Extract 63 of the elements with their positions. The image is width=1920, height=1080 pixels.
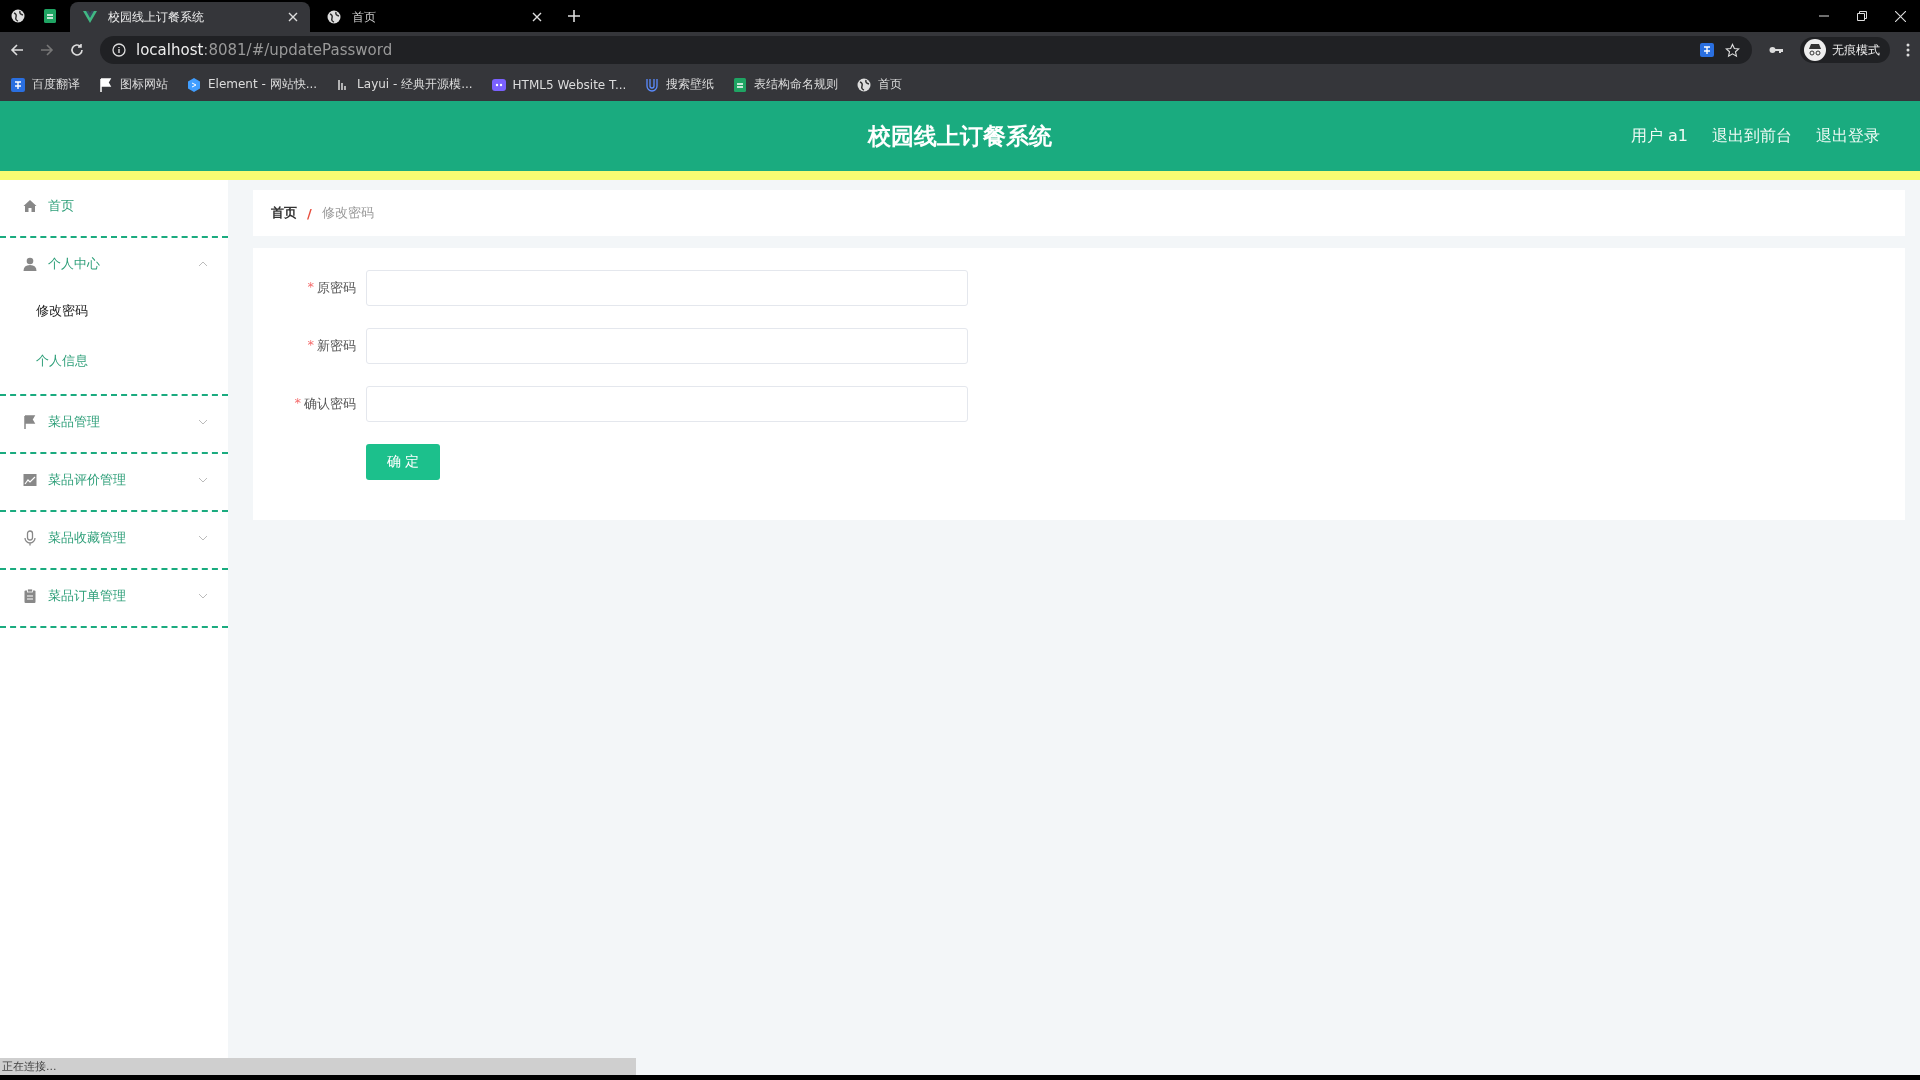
menu-icon[interactable] xyxy=(1906,43,1910,57)
sheet-icon xyxy=(42,8,58,24)
home-icon xyxy=(22,198,38,214)
incognito-button[interactable]: 无痕模式 xyxy=(1800,37,1890,63)
forward-icon[interactable] xyxy=(40,43,54,57)
password-field[interactable] xyxy=(366,386,968,422)
globe-icon xyxy=(856,76,873,93)
menu-item[interactable]: 菜品订单管理 xyxy=(0,574,228,618)
bookmark[interactable]: HTML5 Website T... xyxy=(490,76,627,93)
submenu-item[interactable]: 个人信息 xyxy=(0,336,228,386)
bookmark[interactable]: 首页 xyxy=(856,76,903,93)
field-label: 原密码 xyxy=(317,279,356,297)
required-mark: * xyxy=(294,395,301,412)
info-icon xyxy=(112,43,126,57)
globe-icon xyxy=(10,8,26,24)
bookmark-icon xyxy=(10,76,26,93)
incognito-icon xyxy=(1804,39,1826,61)
bookmark[interactable]: 图标网站 xyxy=(98,76,168,93)
globe-icon xyxy=(326,9,342,25)
field-label: 确认密码 xyxy=(304,395,356,413)
close-icon[interactable] xyxy=(1895,10,1906,22)
back-icon[interactable] xyxy=(10,43,24,57)
breadcrumb-link[interactable]: 首页 xyxy=(271,204,297,222)
password-field[interactable] xyxy=(366,328,968,364)
bookmark-icon xyxy=(490,76,507,93)
menu-item[interactable]: 菜品评价管理 xyxy=(0,458,228,502)
bookmark[interactable]: Layui - 经典开源模... xyxy=(335,76,473,93)
browser-tab[interactable]: 校园线上订餐系统 xyxy=(70,2,310,32)
bookmark-icon xyxy=(732,76,749,93)
submenu-item[interactable]: 修改密码 xyxy=(0,286,228,336)
v-logo-icon xyxy=(82,9,98,25)
status-text: 正在连接... xyxy=(0,1058,636,1075)
close-icon[interactable] xyxy=(532,12,542,22)
clipboard-icon xyxy=(22,588,38,604)
translate-icon xyxy=(1699,42,1715,58)
password-field[interactable] xyxy=(366,270,968,306)
app-title: 校园线上订餐系统 xyxy=(868,121,1052,151)
required-mark: * xyxy=(307,279,314,296)
menu-item[interactable]: 菜品管理 xyxy=(0,400,228,444)
user-icon xyxy=(22,256,38,272)
chart-icon xyxy=(22,472,38,488)
required-mark: * xyxy=(307,337,314,354)
bookmark-icon xyxy=(644,76,661,93)
bookmark[interactable]: 百度翻译 xyxy=(10,76,80,93)
star-icon[interactable] xyxy=(1725,42,1740,58)
menu-item[interactable]: 菜品收藏管理 xyxy=(0,516,228,560)
reload-icon[interactable] xyxy=(70,43,84,57)
restore-icon[interactable] xyxy=(1857,11,1867,21)
bookmark[interactable]: 表结构命名规则 xyxy=(732,76,839,93)
bookmark[interactable]: Element - 网站快... xyxy=(186,76,318,93)
flag-icon xyxy=(98,76,114,93)
close-icon[interactable] xyxy=(288,12,298,22)
bookmark-icon xyxy=(186,76,202,93)
mic-icon xyxy=(22,530,38,546)
address-bar[interactable]: localhost:8081/#/updatePassword xyxy=(100,36,1752,64)
breadcrumb-current: 修改密码 xyxy=(321,204,374,222)
plus-icon[interactable] xyxy=(568,10,580,22)
breadcrumb-separator: / xyxy=(307,205,312,221)
browser-tab[interactable]: 首页 xyxy=(314,2,554,32)
menu-item[interactable]: 首页 xyxy=(0,184,228,228)
bookmark[interactable]: 搜索壁纸 xyxy=(644,76,715,93)
flag-icon xyxy=(22,414,38,430)
field-label: 新密码 xyxy=(317,337,356,355)
